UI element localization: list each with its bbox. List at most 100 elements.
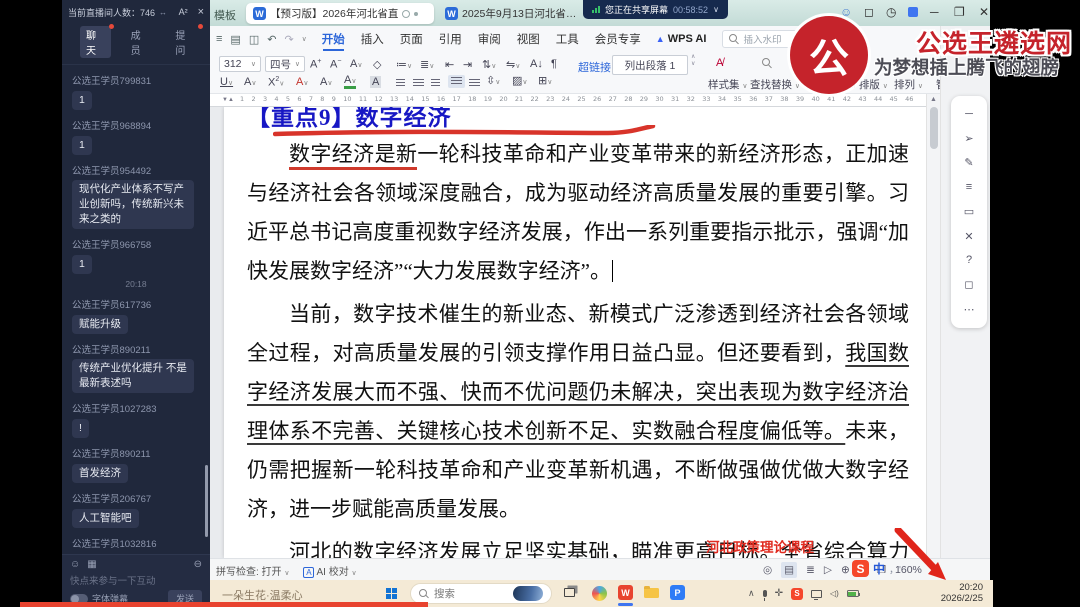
undo-icon[interactable]: ↶ bbox=[267, 33, 276, 46]
whiteboard-icon[interactable]: ▭ bbox=[964, 205, 974, 218]
border-button[interactable]: ⊞∨ bbox=[538, 74, 552, 87]
align-right-button[interactable] bbox=[431, 79, 440, 88]
chat-scrollbar[interactable] bbox=[205, 465, 208, 537]
font-color-button[interactable]: A∨ bbox=[344, 74, 357, 89]
history-clock-icon[interactable]: ◷ bbox=[886, 5, 896, 19]
collab-icon[interactable] bbox=[908, 7, 918, 17]
line-spacing-button[interactable]: ⇳∨ bbox=[486, 74, 500, 87]
new-tab-icon[interactable]: ◻ bbox=[864, 5, 874, 19]
spell-check-status[interactable]: 拼写检查: 打开 ∨ bbox=[216, 563, 289, 578]
swap-icon[interactable]: ↔ bbox=[159, 8, 167, 17]
minimize-button[interactable]: ─ bbox=[930, 5, 939, 19]
collapse-icon[interactable]: ─ bbox=[965, 108, 973, 120]
menu-tab-tools[interactable]: 工具 bbox=[555, 27, 580, 51]
chat-input-placeholder[interactable]: 快点来参与一下互动 bbox=[62, 570, 210, 587]
cursor-icon[interactable]: ➢ bbox=[964, 132, 973, 145]
highlight-button[interactable]: A∨ bbox=[320, 76, 332, 88]
close-button[interactable]: ✕ bbox=[979, 5, 989, 19]
indent-marker-icon[interactable]: ▼▲ bbox=[222, 97, 234, 103]
emoji-icon[interactable]: ☺ bbox=[70, 559, 80, 570]
tools-icon[interactable]: ✕ bbox=[964, 230, 973, 243]
p-app-icon[interactable]: P bbox=[670, 585, 685, 600]
eye-protect-icon[interactable]: ◎ bbox=[763, 564, 772, 576]
char-shading-button[interactable]: A bbox=[370, 76, 382, 88]
web-view-icon[interactable]: ⊕ bbox=[841, 564, 850, 576]
settings-sliders-icon[interactable]: ≡ bbox=[966, 181, 972, 193]
ime-mode-chinese[interactable]: 中 bbox=[873, 560, 885, 577]
sogou-tray-icon[interactable]: S bbox=[790, 587, 803, 600]
chat-tab-members[interactable]: 成员 bbox=[125, 26, 156, 58]
menu-tab-page[interactable]: 页面 bbox=[399, 27, 424, 51]
file-menu-icon[interactable]: ≡ bbox=[216, 33, 222, 45]
menu-tab-home[interactable]: 开始 bbox=[321, 27, 346, 51]
underline-button[interactable]: U∨ bbox=[220, 76, 233, 88]
vertical-scrollbar[interactable]: ▲ bbox=[926, 94, 940, 558]
more-icon[interactable]: ⋯ bbox=[964, 303, 975, 316]
clear-format-icon[interactable]: ◇ bbox=[373, 58, 381, 71]
microphone-icon[interactable] bbox=[762, 590, 767, 601]
document-tab-2[interactable]: W 2025年9月13日河北省直机关遴选 bbox=[438, 3, 586, 24]
paragraph-style-box[interactable]: 列出段落 1 bbox=[612, 55, 688, 75]
horizontal-ruler[interactable]: ▼▲ 1 2 3 4 5 6 7 8 9 10 11 12 13 14 15 16 17 18 19 20 21 22 23… bbox=[210, 94, 926, 107]
wps-taskbar-icon[interactable]: W bbox=[618, 585, 633, 600]
scrollbar-thumb[interactable] bbox=[929, 107, 938, 149]
char-border-button[interactable]: A∨ bbox=[244, 76, 256, 88]
speaker-icon[interactable]: ◁) bbox=[830, 589, 839, 598]
hyperlink-button[interactable]: 超链接 bbox=[578, 59, 611, 75]
align-left-button[interactable] bbox=[396, 79, 405, 88]
read-mode-icon[interactable]: ▷ bbox=[824, 564, 832, 576]
quickbar-chevron-icon[interactable]: ∨ bbox=[302, 35, 307, 43]
start-button[interactable] bbox=[386, 588, 398, 600]
save-icon[interactable]: ▤ bbox=[230, 33, 240, 46]
taskbar-search-box[interactable]: 搜索 bbox=[410, 583, 552, 604]
ai-proof-button[interactable]: A AI 校对 ∨ bbox=[303, 563, 357, 578]
superscript-button[interactable]: X2∨ bbox=[268, 76, 284, 89]
decrease-font-icon[interactable]: A− bbox=[330, 58, 341, 71]
more-options-icon[interactable]: ⊖ bbox=[194, 559, 202, 570]
account-avatar-icon[interactable]: ☺ bbox=[840, 5, 852, 19]
pen-icon[interactable]: ✎ bbox=[964, 156, 973, 169]
increase-font-icon[interactable]: A+ bbox=[310, 58, 321, 71]
outline-view-icon[interactable]: ≣ bbox=[806, 564, 815, 576]
menu-tab-insert[interactable]: 插入 bbox=[360, 27, 385, 51]
task-view-icon[interactable] bbox=[564, 588, 575, 597]
comment-icon[interactable] bbox=[402, 9, 411, 18]
wps-ai-button[interactable]: ▲ WPS AI bbox=[656, 33, 707, 45]
restore-button[interactable]: ❐ bbox=[954, 5, 965, 19]
find-replace-label[interactable]: 查找替换 ∨ bbox=[750, 77, 800, 92]
shading-button[interactable]: ▨∨ bbox=[512, 74, 528, 87]
font-name-select[interactable]: 312 ∨ bbox=[219, 56, 261, 72]
justify-button[interactable] bbox=[448, 75, 465, 88]
page-view-icon[interactable]: ▤ bbox=[781, 562, 798, 578]
screen-share-badge[interactable]: 您正在共享屏幕 00:58:52 ∨ bbox=[583, 0, 728, 19]
pinyin-button[interactable]: A∨ bbox=[296, 76, 308, 88]
text-effect-icon[interactable]: A∨ bbox=[350, 58, 362, 70]
image-icon[interactable]: ▦ bbox=[87, 559, 96, 570]
help-icon[interactable]: ? bbox=[966, 254, 972, 266]
number-list-icon[interactable]: ≣∨ bbox=[420, 58, 434, 71]
theme-icon[interactable]: ◻ bbox=[964, 278, 973, 291]
tray-settings-icon[interactable]: ✛ bbox=[775, 588, 783, 599]
increase-indent-icon[interactable]: ⇥ bbox=[463, 58, 472, 71]
sort-icon[interactable]: A↓ bbox=[530, 58, 543, 70]
chat-tab-questions[interactable]: 提问 bbox=[169, 24, 204, 58]
symbol-icon[interactable]: ⇋∨ bbox=[506, 58, 520, 71]
scroll-up-arrow[interactable]: ▲ bbox=[927, 96, 940, 103]
distribute-button[interactable] bbox=[469, 79, 480, 88]
chat-close-icon[interactable]: × bbox=[198, 6, 204, 18]
find-replace-icon[interactable] bbox=[762, 58, 772, 68]
menu-tab-review[interactable]: 审阅 bbox=[477, 27, 502, 51]
para-mark-icon[interactable]: ¶ bbox=[551, 58, 557, 70]
text-direction-icon[interactable]: ⇅∨ bbox=[482, 58, 496, 71]
print-icon[interactable]: ◫ bbox=[249, 33, 259, 46]
decrease-indent-icon[interactable]: ⇤ bbox=[445, 58, 454, 71]
tray-expand-icon[interactable]: ∧ bbox=[748, 588, 755, 599]
align-center-button[interactable] bbox=[413, 79, 424, 88]
font-size-button[interactable]: A² bbox=[179, 7, 188, 17]
style-spinner[interactable]: ∧ ∨ bbox=[691, 54, 695, 68]
document-tab-active[interactable]: W 【预习版】2026年河北省直 bbox=[246, 3, 434, 24]
menu-tab-view[interactable]: 视图 bbox=[516, 27, 541, 51]
redo-icon[interactable]: ↷ bbox=[284, 33, 293, 46]
font-size-select[interactable]: 四号 ∨ bbox=[265, 56, 305, 72]
browser-icon[interactable] bbox=[592, 586, 607, 601]
